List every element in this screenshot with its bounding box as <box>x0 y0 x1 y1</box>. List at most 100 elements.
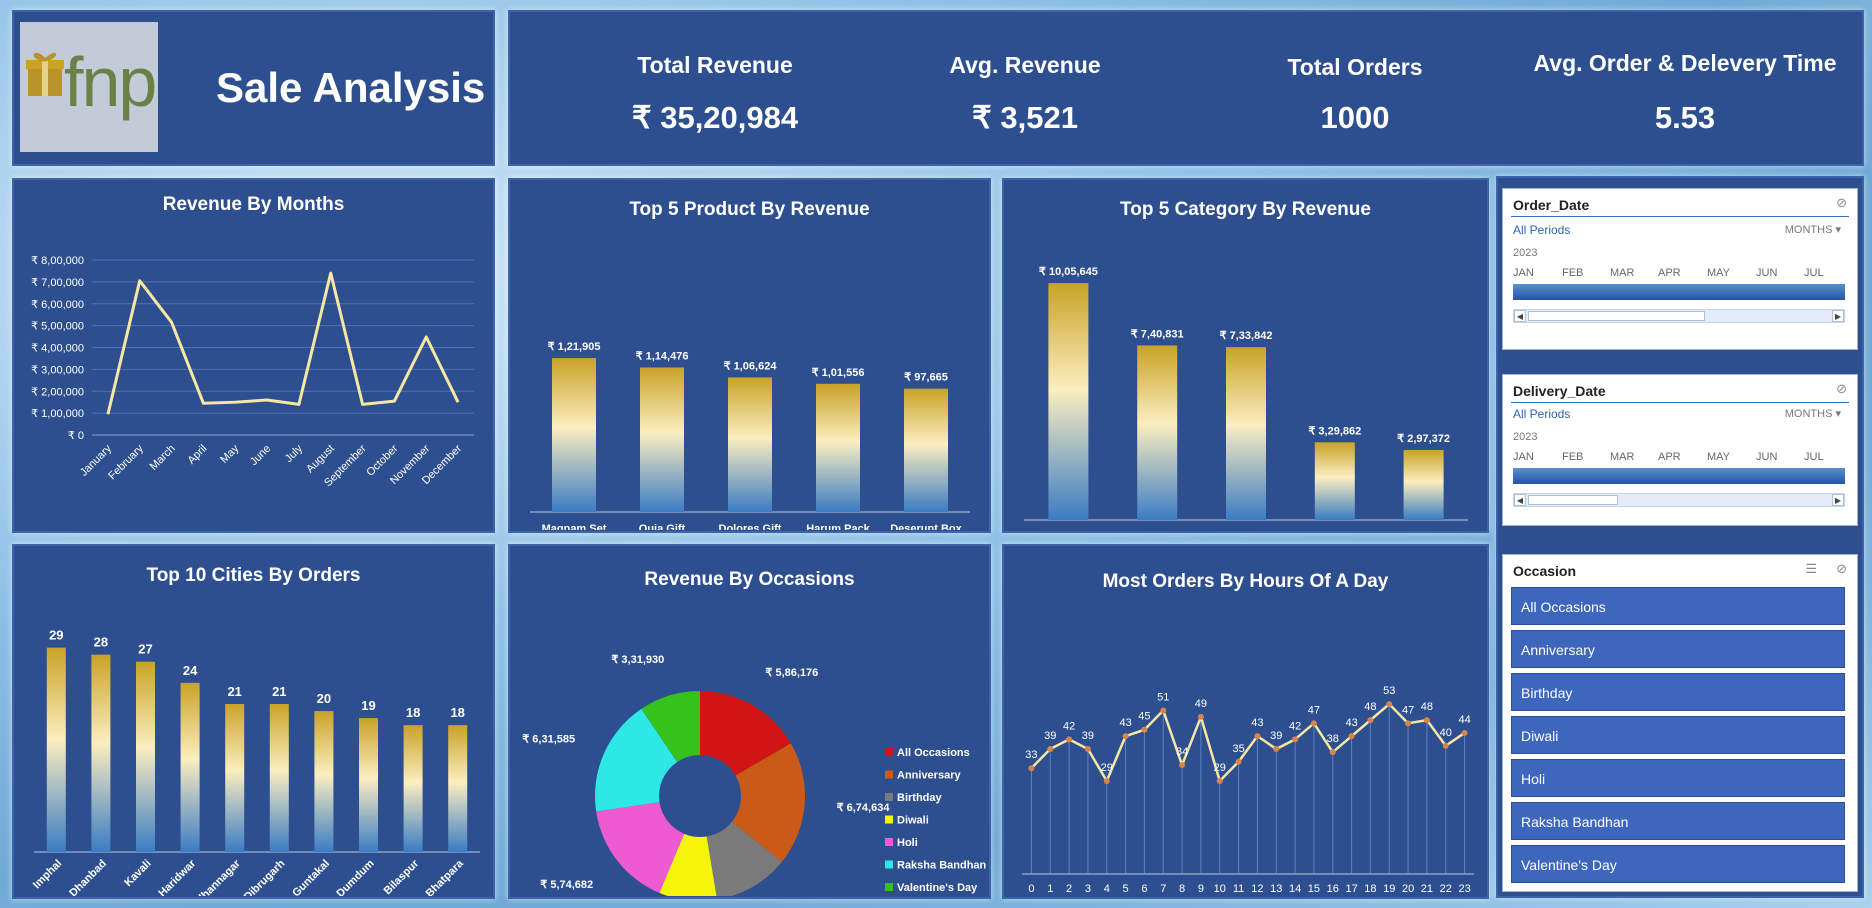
data-point <box>1066 736 1073 743</box>
clear-filter-icon[interactable]: ⊘ <box>1836 561 1847 577</box>
occasion-item-valentines-day[interactable]: Valentine's Day <box>1511 845 1845 883</box>
data-label: 39 <box>1082 730 1094 742</box>
scroll-right-icon[interactable]: ▶ <box>1832 310 1844 322</box>
data-point <box>1386 701 1393 708</box>
timeline-bar[interactable] <box>1513 468 1845 484</box>
year-label: 2023 <box>1513 247 1538 259</box>
bar <box>1403 449 1444 520</box>
multi-select-icon[interactable]: ☰ <box>1805 561 1817 577</box>
month-label[interactable]: FEB <box>1562 267 1583 279</box>
data-label: 48 <box>1421 701 1433 713</box>
month-label[interactable]: JUN <box>1756 451 1777 463</box>
x-tick-label: 23 <box>1458 883 1470 895</box>
data-label: 29 <box>49 628 63 643</box>
top-products-chart: ₹ 1,21,905 Magnam Set ₹ 1,14,476 Quia Gift ₹… <box>530 341 970 530</box>
data-label: 18 <box>450 705 464 720</box>
data-point <box>1442 742 1449 749</box>
x-tick-label: 17 <box>1345 883 1357 895</box>
data-label: 20 <box>317 691 331 706</box>
legend-swatch <box>885 748 893 756</box>
x-tick-label: May <box>218 442 242 466</box>
x-tick-label: Guntakal <box>290 858 332 896</box>
data-label: 43 <box>1119 717 1131 729</box>
month-label[interactable]: JUL <box>1804 267 1824 279</box>
x-tick-label: 10 <box>1214 883 1226 895</box>
data-label: 34 <box>1176 746 1188 758</box>
occasion-item-birthday[interactable]: Birthday <box>1511 673 1845 711</box>
data-label: 28 <box>94 635 108 650</box>
bar <box>904 388 948 512</box>
data-point <box>1028 765 1035 772</box>
month-label[interactable]: JAN <box>1513 267 1534 279</box>
top-cities-chart: 29 Imphal 28 Dhanbad 27 Kavali 24 Haridwar 21 Bid… <box>31 628 480 896</box>
occasion-item-raksha-bandhan[interactable]: Raksha Bandhan <box>1511 802 1845 840</box>
occasion-item-holi[interactable]: Holi <box>1511 759 1845 797</box>
order-date-slicer[interactable]: Order_Date ⊘ All Periods MONTHS ▾ 2023 J… <box>1502 188 1858 350</box>
scroll-thumb[interactable] <box>1528 495 1618 505</box>
top-categories-chart: ₹ 10,05,645Colors₹ 7,40,831Soft Toys₹ 7,… <box>1024 266 1468 521</box>
clear-filter-icon[interactable]: ⊘ <box>1836 381 1847 397</box>
x-tick-label: April <box>185 443 209 467</box>
timeline-scrollbar[interactable]: ◀ ▶ <box>1513 309 1845 323</box>
occasion-item-diwali[interactable]: Diwali <box>1511 716 1845 754</box>
timeline-scrollbar[interactable]: ◀ ▶ <box>1513 493 1845 507</box>
month-label[interactable]: MAY <box>1707 451 1730 463</box>
all-periods-link[interactable]: All Periods <box>1513 407 1570 421</box>
x-tick-label: Imphal <box>31 858 65 892</box>
time-level-dropdown[interactable]: MONTHS ▾ <box>1785 223 1841 236</box>
legend-swatch <box>885 815 893 824</box>
legend-swatch <box>885 770 893 779</box>
kpi-panel: Total Revenue ₹ 35,20,984 Avg. Revenue ₹… <box>508 10 1864 166</box>
x-tick-label: Dolores Gift <box>719 523 782 530</box>
occasion-item-anniversary[interactable]: Anniversary <box>1511 630 1845 668</box>
occasion-slicer[interactable]: Occasion ☰ ⊘ All Occasions Anniversary B… <box>1502 554 1858 892</box>
month-label[interactable]: MAY <box>1707 267 1730 279</box>
data-point <box>1084 745 1091 752</box>
scroll-left-icon[interactable]: ◀ <box>1514 494 1526 506</box>
occasion-item-all[interactable]: All Occasions <box>1511 587 1845 625</box>
x-tick-label: February <box>106 442 146 482</box>
month-label[interactable]: APR <box>1658 267 1681 279</box>
clear-filter-icon[interactable]: ⊘ <box>1836 195 1847 211</box>
kpi-avg-time-label: Avg. Order & Delevery Time <box>1533 50 1837 76</box>
timeline-bar[interactable] <box>1513 284 1845 300</box>
legend-label: Birthday <box>897 792 943 804</box>
x-tick-label: Bilaspur <box>382 857 422 896</box>
month-label[interactable]: MAR <box>1610 451 1634 463</box>
slice-label: ₹ 6,74,634 <box>837 802 891 814</box>
month-label[interactable]: MAR <box>1610 267 1634 279</box>
bar <box>46 647 66 852</box>
month-label[interactable]: APR <box>1658 451 1681 463</box>
chart-title: Revenue By Months <box>162 194 345 215</box>
x-tick-label: 0 <box>1028 883 1034 895</box>
scroll-thumb[interactable] <box>1528 311 1705 321</box>
month-label[interactable]: JAN <box>1513 451 1534 463</box>
x-tick-label: Bidhannagar <box>187 857 244 896</box>
bar <box>1137 345 1178 520</box>
y-tick-label: ₹ 3,00,000 <box>31 364 84 376</box>
all-periods-link[interactable]: All Periods <box>1513 223 1570 237</box>
orders-by-hours-chart: 3303914223932944354565173484992910351143… <box>1022 685 1474 895</box>
month-label[interactable]: FEB <box>1562 451 1583 463</box>
y-tick-label: ₹ 8,00,000 <box>31 255 84 267</box>
month-label[interactable]: JUL <box>1804 451 1824 463</box>
bar <box>225 704 245 852</box>
kpi-avg-time-value: 5.53 <box>1654 100 1716 135</box>
time-level-dropdown[interactable]: MONTHS ▾ <box>1785 407 1841 420</box>
data-label: ₹ 1,01,556 <box>812 367 865 379</box>
data-label: 39 <box>1270 730 1282 742</box>
data-label: 48 <box>1364 701 1376 713</box>
data-label: 43 <box>1345 717 1357 729</box>
legend-label: Holi <box>897 837 918 849</box>
bar <box>816 383 860 512</box>
scroll-left-icon[interactable]: ◀ <box>1514 310 1526 322</box>
delivery-date-slicer[interactable]: Delivery_Date ⊘ All Periods MONTHS ▾ 202… <box>1502 374 1858 526</box>
x-tick-label: 16 <box>1327 883 1339 895</box>
slicer-title: Order_Date <box>1513 197 1590 213</box>
x-tick-label: 5 <box>1123 883 1129 895</box>
header-panel: fnp Sale Analysis <box>12 10 495 166</box>
data-label: 53 <box>1383 685 1395 697</box>
data-point <box>1310 720 1317 727</box>
month-label[interactable]: JUN <box>1756 267 1777 279</box>
scroll-right-icon[interactable]: ▶ <box>1832 494 1844 506</box>
